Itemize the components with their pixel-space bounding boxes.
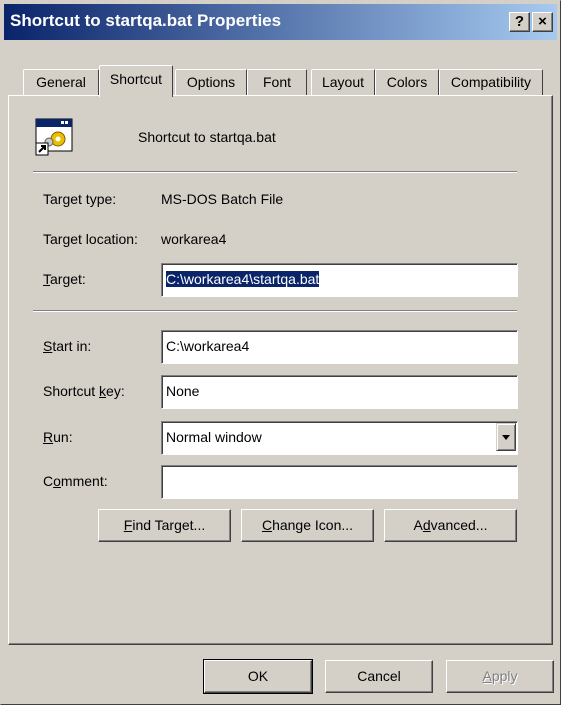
dropdown-arrow-icon [502,435,510,440]
ok-button[interactable]: OK [203,659,313,694]
shortcut-name: Shortcut to startqa.bat [138,129,276,145]
target-label: Target: [43,271,86,287]
tab-layout[interactable]: Layout [311,69,375,95]
start-in-label: Start in: [43,338,92,354]
run-select[interactable]: Normal window [161,421,518,455]
apply-button[interactable]: Apply [446,660,554,693]
tab-colors[interactable]: Colors [375,69,439,95]
target-field[interactable]: C:\workarea4\startqa.bat [161,263,518,297]
run-label: Run: [43,429,73,445]
cancel-button[interactable]: Cancel [325,660,433,693]
run-dropdown-button[interactable] [496,423,516,451]
tab-general[interactable]: General [23,69,99,95]
target-field-value: C:\workarea4\startqa.bat [166,271,320,287]
tab-options[interactable]: Options [175,69,247,95]
properties-dialog: Shortcut to startqa.bat Properties ? × G… [0,0,561,705]
close-button[interactable]: × [532,12,553,32]
separator-middle [33,310,517,312]
tab-strip: General Shortcut Options Font Layout Col… [1,65,561,97]
start-in-field-value: C:\workarea4 [166,338,250,354]
start-in-field[interactable]: C:\workarea4 [161,330,518,364]
target-type-label: Target type: [43,191,117,207]
target-type-value: MS-DOS Batch File [161,191,284,207]
shortcut-key-field-value: None [166,383,200,399]
window-title: Shortcut to startqa.bat Properties [10,11,282,30]
separator-top [33,171,517,173]
change-icon-button[interactable]: Change Icon... [241,509,374,542]
target-location-value: workarea4 [161,231,227,247]
tab-font[interactable]: Font [247,69,307,95]
title-bar[interactable]: Shortcut to startqa.bat Properties ? × [4,4,557,40]
tab-compatibility[interactable]: Compatibility [439,69,543,95]
advanced-button[interactable]: Advanced... [384,509,517,542]
comment-label: Comment: [43,473,108,489]
target-location-label: Target location: [43,231,138,247]
shortcut-key-label: Shortcut key: [43,383,125,399]
shortcut-tab-panel [8,95,553,645]
find-target-button[interactable]: Find Target... [98,509,231,542]
run-select-value: Normal window [166,429,262,445]
help-button[interactable]: ? [509,12,530,32]
shortcut-key-field[interactable]: None [161,375,518,409]
comment-field[interactable] [161,465,518,499]
shortcut-app-icon [35,118,73,156]
tab-shortcut[interactable]: Shortcut [99,65,173,97]
